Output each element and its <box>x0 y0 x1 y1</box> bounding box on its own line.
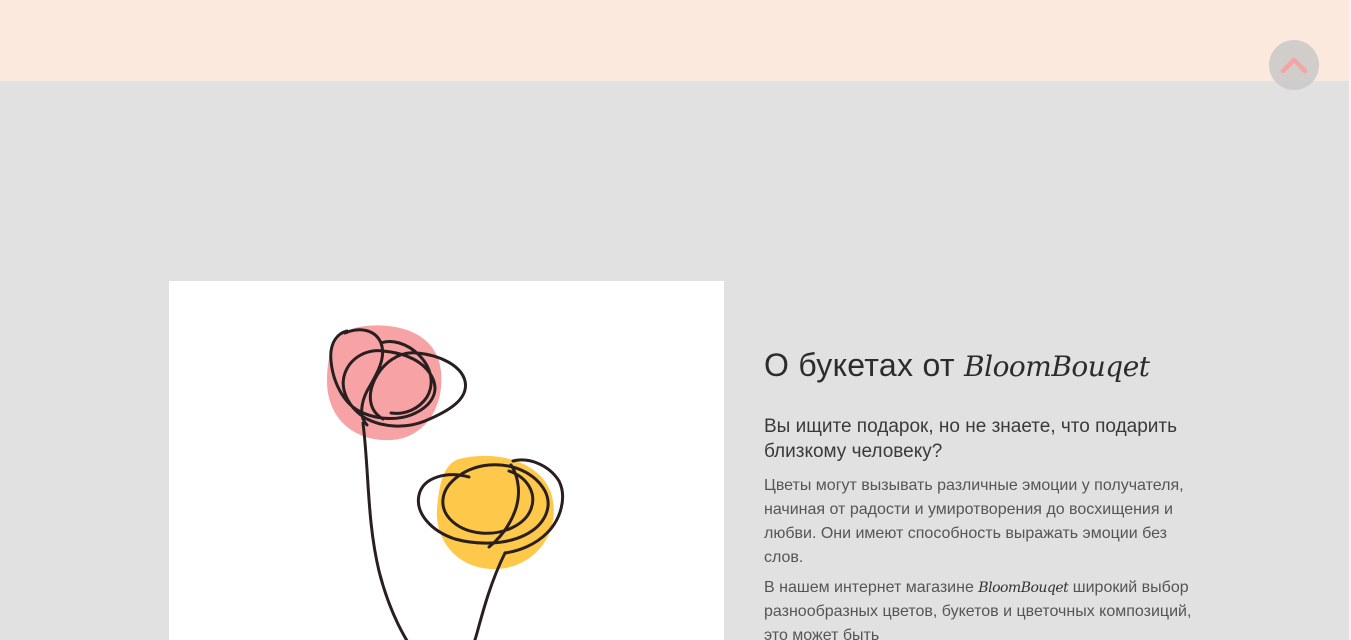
flowers-illustration <box>327 325 564 640</box>
about-section: О букетах от BloomBouqet Вы ищите подаро… <box>764 340 1194 640</box>
paragraph-2-start: В нашем интернет магазине <box>764 579 974 596</box>
paragraph-2-brand: BloomBouqet <box>978 580 1069 596</box>
about-paragraph-1: Цветы могут вызывать различные эмоции у … <box>764 477 1184 566</box>
scroll-to-top-button[interactable] <box>1269 40 1319 90</box>
stem-left <box>361 421 409 640</box>
heading-prefix: О букетах от <box>764 347 955 383</box>
about-paragraph-2: В нашем интернет магазине BloomBouqet ши… <box>764 576 1194 640</box>
header-band <box>0 0 1351 81</box>
chevron-up-icon <box>1280 57 1308 74</box>
yellow-blob <box>436 455 554 570</box>
about-heading: О букетах от BloomBouqet <box>764 340 1194 392</box>
flowers-illustration-card <box>169 281 724 640</box>
about-lead: Вы ищите подарок, но не знаете, что пода… <box>764 416 1177 462</box>
heading-brand: BloomBouqet <box>964 350 1150 383</box>
page: О букетах от BloomBouqet Вы ищите подаро… <box>0 0 1351 640</box>
